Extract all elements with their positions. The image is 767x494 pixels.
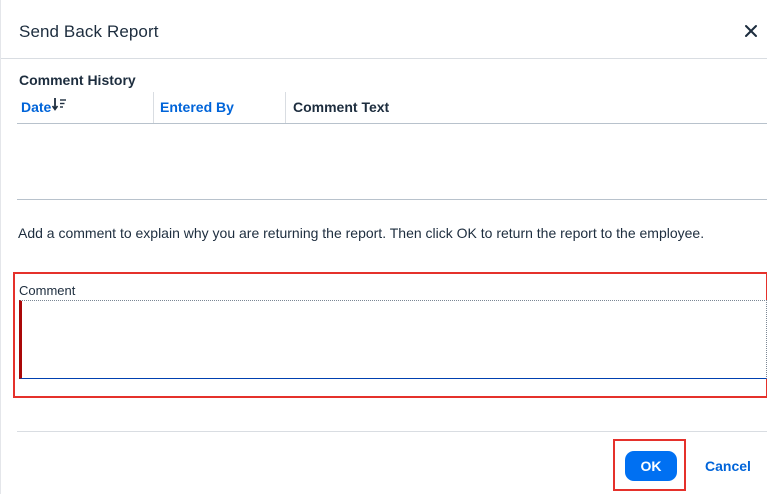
close-icon[interactable] <box>740 20 762 42</box>
comment-history-table-body <box>17 124 767 200</box>
ok-button[interactable]: OK <box>625 451 677 481</box>
footer-divider <box>17 431 767 432</box>
comment-label: Comment <box>19 283 76 298</box>
cancel-button[interactable]: Cancel <box>693 451 763 481</box>
column-header-entered-by[interactable]: Entered By <box>153 92 290 123</box>
column-header-date[interactable]: Date <box>21 92 151 123</box>
comment-history-label: Comment History <box>19 72 136 88</box>
instructions-text: Add a comment to explain why you are ret… <box>18 225 705 241</box>
dialog-title: Send Back Report <box>19 22 159 41</box>
dialog-header: Send Back Report <box>1 0 767 59</box>
column-header-date-label: Date <box>21 99 52 115</box>
sort-descending-icon[interactable] <box>52 91 68 122</box>
column-header-comment-text: Comment Text <box>285 92 767 123</box>
comment-history-table-header: Date Entered By Comment Text <box>17 92 767 124</box>
send-back-report-dialog: Send Back Report Comment History Date En… <box>0 0 767 494</box>
comment-input[interactable] <box>19 300 767 379</box>
